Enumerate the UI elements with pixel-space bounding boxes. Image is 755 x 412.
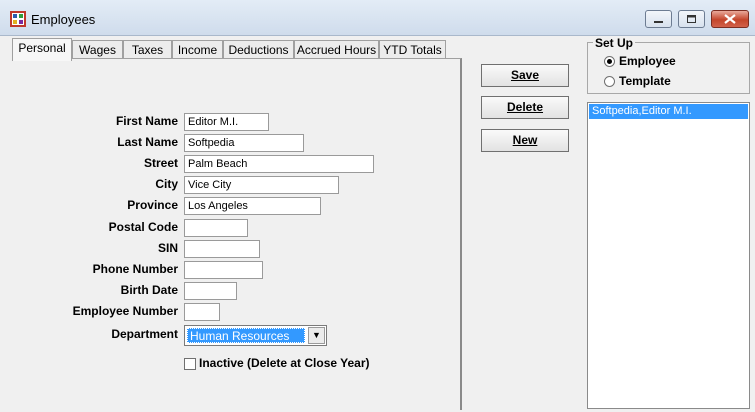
close-icon — [724, 14, 736, 24]
minimize-button[interactable] — [645, 10, 672, 28]
template-radio[interactable] — [604, 76, 615, 87]
save-button[interactable]: Save — [481, 64, 569, 87]
department-label: Department — [111, 327, 178, 341]
maximize-icon — [687, 15, 696, 23]
employees-app-icon — [10, 11, 26, 27]
employee-radio-label[interactable]: Employee — [619, 54, 676, 68]
inactive-checkbox-label[interactable]: Inactive (Delete at Close Year) — [199, 356, 370, 370]
sin-label: SIN — [157, 241, 178, 255]
radio-selected-dot — [607, 59, 612, 64]
delete-button[interactable]: Delete — [481, 96, 569, 119]
employee-listbox[interactable]: Softpedia,Editor M.I. — [587, 102, 750, 409]
employee-number-label: Employee Number — [72, 304, 178, 318]
province-field[interactable]: Los Angeles — [184, 197, 321, 215]
phone-number-label: Phone Number — [92, 262, 178, 276]
last-name-label: Last Name — [117, 135, 178, 149]
postal-code-label: Postal Code — [108, 220, 178, 234]
sin-field[interactable] — [184, 240, 260, 258]
department-selected-value: Human Resources — [187, 328, 305, 343]
city-field[interactable]: Vice City — [184, 176, 339, 194]
birth-date-label: Birth Date — [120, 283, 178, 297]
template-radio-label[interactable]: Template — [619, 74, 671, 88]
first-name-label: First Name — [115, 114, 178, 128]
title-bar[interactable]: Employees — [0, 0, 755, 36]
setup-group-title: Set Up — [593, 36, 636, 50]
street-field[interactable]: Palm Beach — [184, 155, 374, 173]
window-title: Employees — [31, 12, 96, 27]
tab-personal[interactable]: Personal — [12, 38, 72, 61]
last-name-field[interactable]: Softpedia — [184, 134, 304, 152]
postal-code-field[interactable] — [184, 219, 248, 237]
tab-income[interactable]: Income — [172, 40, 223, 59]
inactive-checkbox[interactable] — [184, 358, 196, 370]
client-area: Personal Wages Taxes Income Deductions A… — [0, 36, 755, 412]
phone-number-field[interactable] — [184, 261, 263, 279]
tab-deductions[interactable]: Deductions — [223, 40, 294, 59]
maximize-button[interactable] — [678, 10, 705, 28]
department-select[interactable]: Human Resources ▼ — [184, 325, 327, 346]
city-label: City — [155, 177, 178, 191]
employee-radio[interactable] — [604, 56, 615, 67]
first-name-field[interactable]: Editor M.I. — [184, 113, 269, 131]
list-item[interactable]: Softpedia,Editor M.I. — [589, 104, 748, 119]
minimize-icon — [654, 21, 663, 23]
tab-ytd-totals[interactable]: YTD Totals — [379, 40, 446, 59]
tab-accrued-hours[interactable]: Accrued Hours — [294, 40, 379, 59]
street-label: Street — [143, 156, 178, 170]
chevron-down-icon[interactable]: ▼ — [308, 327, 325, 344]
birth-date-field[interactable] — [184, 282, 237, 300]
close-button[interactable] — [711, 10, 749, 28]
employee-number-field[interactable] — [184, 303, 220, 321]
new-button[interactable]: New — [481, 129, 569, 152]
province-label: Province — [127, 198, 178, 212]
tab-taxes[interactable]: Taxes — [123, 40, 172, 59]
tab-wages[interactable]: Wages — [72, 40, 123, 59]
